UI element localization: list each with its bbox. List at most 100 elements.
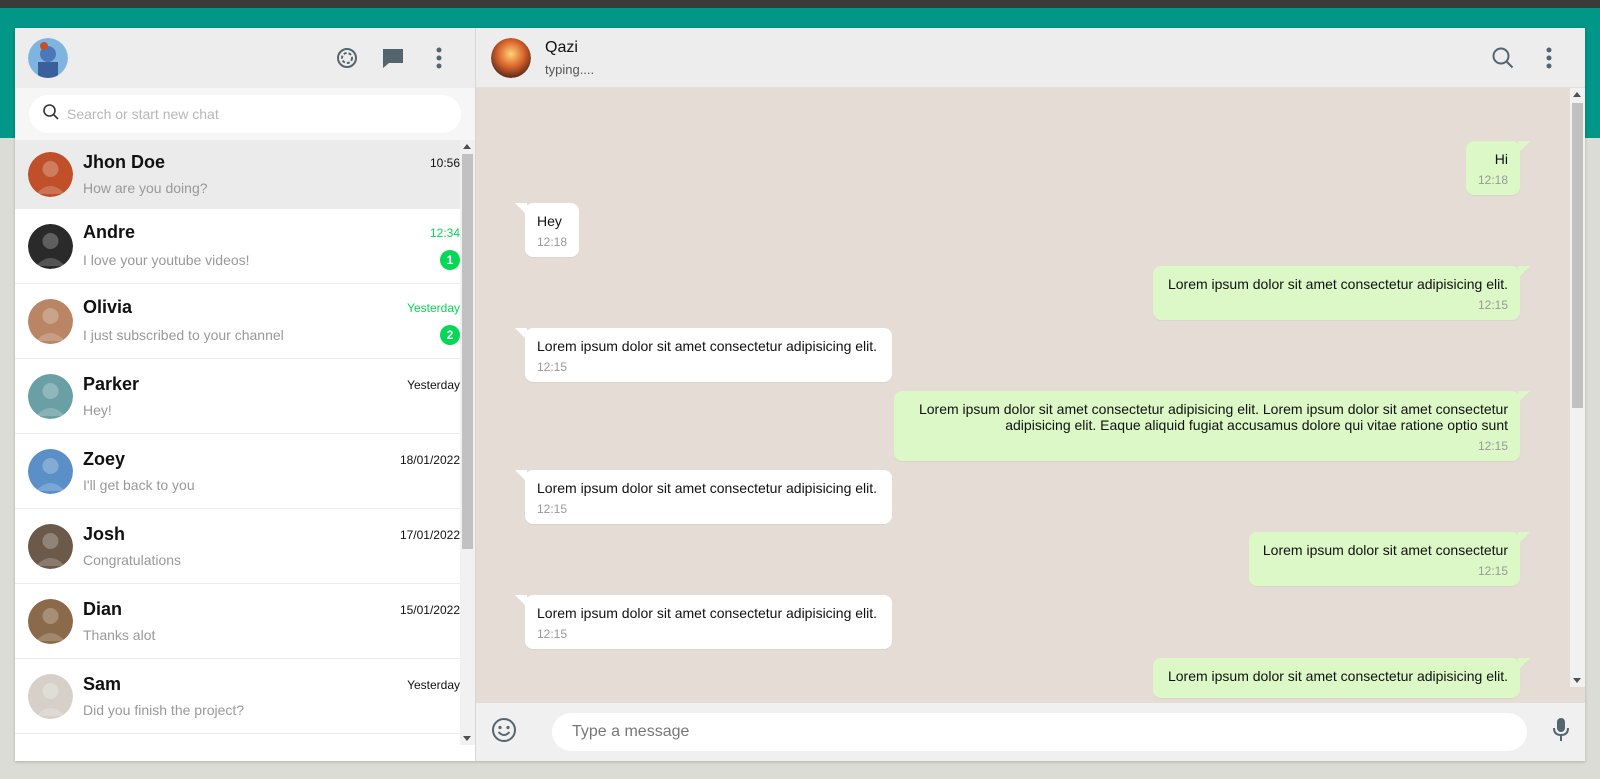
search-input[interactable] [67, 106, 447, 122]
chat-name: Parker [83, 374, 140, 394]
left-header [15, 28, 475, 88]
chat-avatar [28, 448, 73, 494]
chat-last-message: I'll get back to you [83, 477, 195, 493]
message-text: Lorem ipsum dolor sit amet consectetur a… [537, 605, 878, 621]
message-text: Lorem ipsum dolor sit amet consectetur a… [537, 480, 878, 496]
search-icon [43, 103, 59, 125]
message-time: 12:18 [1477, 173, 1508, 187]
scroll-thumb[interactable] [1572, 103, 1583, 408]
message-text: Lorem ipsum dolor sit amet consectetur a… [537, 338, 878, 354]
chat-list-panel: Jhon Doe 10:56 How are you doing? Andre 12:3… [15, 28, 476, 761]
chat-name: Zoey [83, 449, 126, 469]
incoming-message: Lorem ipsum dolor sit amet consectetur a… [515, 470, 892, 524]
message-time: 12:15 [1477, 298, 1508, 312]
outgoing-message: Lorem ipsum dolor sit amet consectetur a… [894, 391, 1530, 461]
chat-list-item[interactable]: Zoey 18/01/2022 I'll get back to you [15, 434, 475, 509]
unread-badge: 1 [440, 250, 460, 270]
scroll-up-arrow[interactable] [463, 144, 471, 149]
profile-avatar[interactable] [28, 38, 68, 78]
outgoing-message: Lorem ipsum dolor sit amet consectetur 12… [1249, 532, 1530, 586]
chat-time: 15/01/2022 [399, 602, 460, 617]
chat-name: Sam [83, 674, 122, 694]
status-icon[interactable] [324, 38, 370, 78]
chat-time: Yesterday [407, 300, 460, 315]
chat-avatar [28, 298, 73, 344]
chat-time: Yesterday [407, 677, 460, 692]
chat-last-message: Hey! [83, 402, 112, 418]
message-scrollbar[interactable] [1570, 88, 1585, 687]
message-text: Hi [1494, 151, 1508, 167]
chat-avatar [28, 373, 73, 419]
message-time: 12:15 [1477, 439, 1508, 453]
scroll-down-arrow[interactable] [463, 736, 471, 741]
chat-time: 12:34 [429, 225, 460, 240]
conversation-panel: Qazi typing.... Hi 12:18 Hey 12:18 Lorem… [476, 28, 1585, 761]
menu-dots-icon[interactable] [1526, 38, 1572, 78]
message-time: 12:15 [1477, 564, 1508, 578]
chat-time: 10:56 [429, 155, 460, 170]
message-text: Lorem ipsum dolor sit amet consectetur a… [1167, 276, 1508, 292]
contact-name: Qazi [545, 38, 578, 56]
scroll-thumb[interactable] [462, 154, 473, 549]
chat-name: Olivia [83, 297, 133, 317]
incoming-message: Lorem ipsum dolor sit amet consectetur a… [515, 595, 892, 649]
chat-last-message: Did you finish the project? [83, 702, 245, 718]
chat-time: 18/01/2022 [399, 452, 460, 467]
search-icon[interactable] [1480, 38, 1526, 78]
message-area: Hi 12:18 Hey 12:18 Lorem ipsum dolor sit ame… [476, 88, 1585, 703]
chat-list-item[interactable]: Andre 12:34 I love your youtube videos! 1 [15, 209, 475, 284]
chat-list-item[interactable]: Parker Yesterday Hey! [15, 359, 475, 434]
incoming-message: Hey 12:18 [514, 203, 580, 257]
outgoing-message: Lorem ipsum dolor sit amet consectetur a… [1153, 266, 1530, 320]
contact-avatar[interactable] [491, 37, 531, 78]
chat-avatar [28, 673, 73, 719]
window-top-edge [0, 0, 1600, 8]
microphone-icon[interactable] [1552, 717, 1570, 748]
search-bar [15, 88, 475, 140]
chat-list-item[interactable]: Josh 17/01/2022 Congratulations [15, 509, 475, 584]
menu-dots-icon[interactable] [416, 38, 462, 78]
message-time: 12:15 [537, 627, 568, 641]
chat-list-scrollbar[interactable] [460, 140, 475, 745]
new-chat-icon[interactable] [370, 38, 416, 78]
chat-avatar [28, 223, 73, 269]
message-text: Lorem ipsum dolor sit amet consectetur a… [918, 401, 1508, 433]
message-text: Lorem ipsum dolor sit amet consectetur [1262, 542, 1508, 558]
chat-last-message: How are you doing? [83, 180, 208, 196]
chat-name: Dian [83, 599, 123, 619]
message-text: Hey [537, 213, 562, 229]
chat-list-item[interactable]: Olivia Yesterday I just subscribed to your… [15, 284, 475, 359]
conversation-header: Qazi typing.... [476, 28, 1585, 88]
chat-last-message: Thanks alot [83, 627, 156, 643]
message-time: 12:15 [537, 502, 568, 516]
emoji-icon[interactable] [491, 717, 517, 748]
contact-status: typing.... [545, 61, 595, 77]
incoming-message: Lorem ipsum dolor sit amet consectetur a… [515, 328, 892, 382]
chat-name: Jhon Doe [83, 152, 166, 172]
unread-badge: 2 [440, 325, 460, 345]
whatsapp-app: Jhon Doe 10:56 How are you doing? Andre 12:3… [15, 28, 1585, 761]
message-input[interactable] [552, 713, 1527, 751]
search-box [29, 95, 461, 133]
message-time: 12:15 [537, 360, 568, 374]
chat-last-message: Congratulations [83, 552, 182, 568]
chat-avatar [28, 598, 73, 644]
chat-list: Jhon Doe 10:56 How are you doing? Andre 12:3… [15, 140, 475, 751]
outgoing-message: Lorem ipsum dolor sit amet consectetur a… [1153, 658, 1530, 698]
scroll-up-arrow[interactable] [1573, 92, 1581, 97]
chat-list-item[interactable]: Sam Yesterday Did you finish the project? [15, 659, 475, 734]
chat-list-item[interactable]: Jhon Doe 10:56 How are you doing? [15, 140, 475, 209]
chat-avatar [28, 523, 73, 569]
chat-last-message: I love your youtube videos! [83, 252, 250, 268]
chat-last-message: I just subscribed to your channel [83, 327, 284, 343]
outgoing-message: Hi 12:18 [1465, 141, 1531, 195]
message-time: 12:18 [537, 235, 568, 249]
chat-list-item[interactable]: Dian 15/01/2022 Thanks alot [15, 584, 475, 659]
message-text: Lorem ipsum dolor sit amet consectetur a… [1167, 668, 1508, 684]
chat-time: Yesterday [407, 377, 460, 392]
chat-name: Josh [83, 524, 126, 544]
scroll-down-arrow[interactable] [1573, 678, 1581, 683]
chat-name: Andre [83, 222, 136, 242]
chat-time: 17/01/2022 [399, 527, 460, 542]
message-composer [476, 703, 1585, 761]
